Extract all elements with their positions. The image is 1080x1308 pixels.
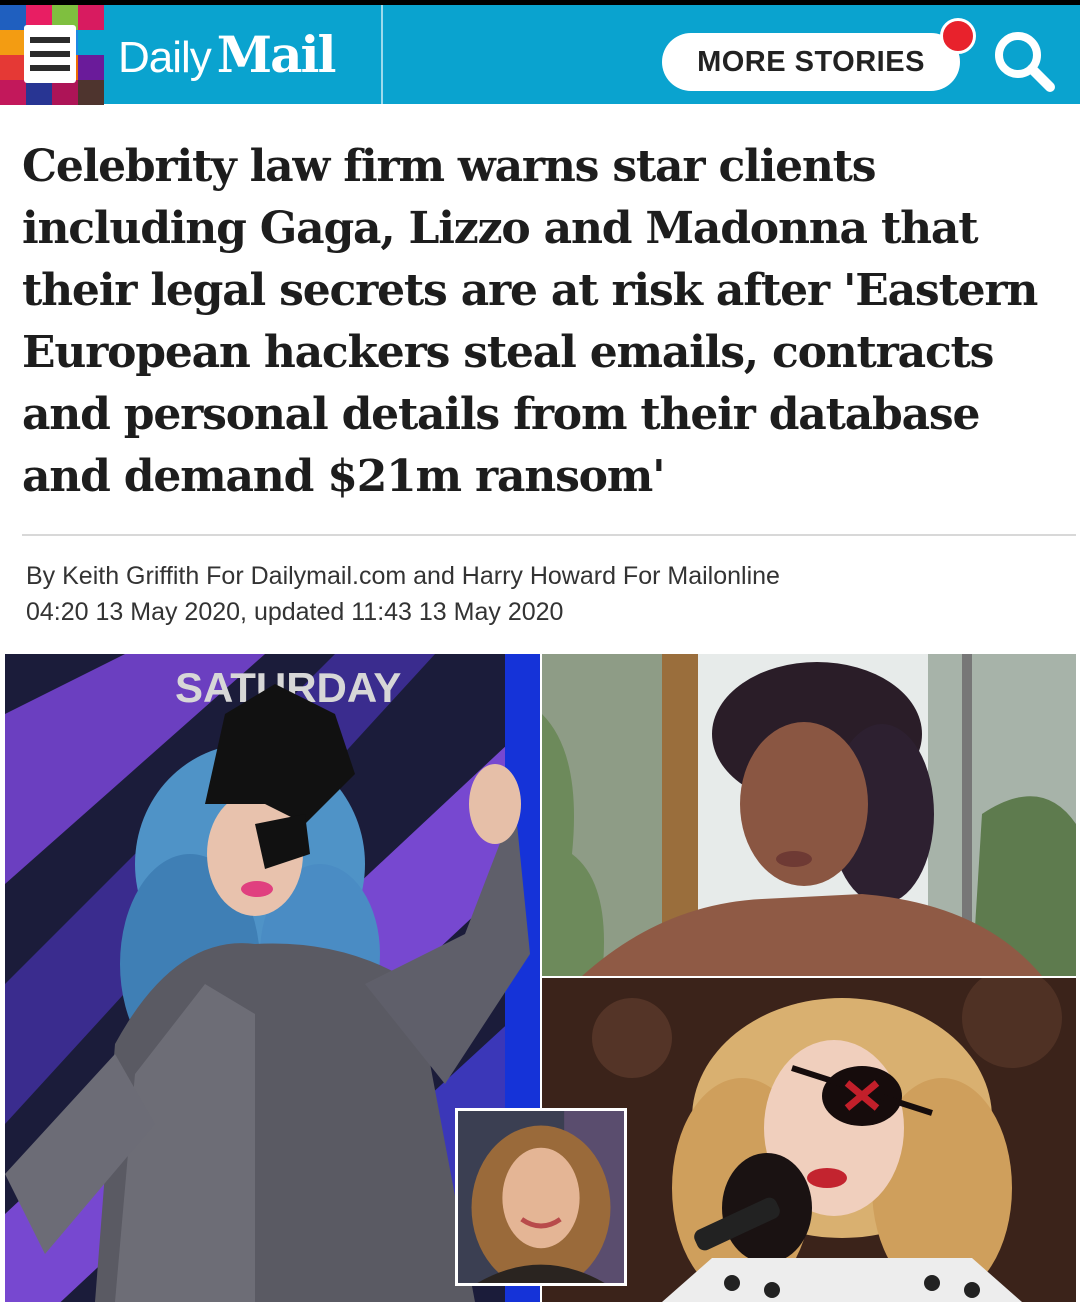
top-navigation-bar: Daily Mail MORE STORIES: [0, 0, 1080, 105]
photo-lizzo[interactable]: [542, 654, 1076, 976]
article-byline[interactable]: By Keith Griffith For Dailymail.com and …: [26, 562, 780, 591]
more-stories-button[interactable]: MORE STORIES: [662, 33, 960, 91]
logo-daily: Daily: [118, 33, 212, 82]
hamburger-icon[interactable]: [24, 25, 76, 83]
article-dateline: 04:20 13 May 2020, updated 11:43 13 May …: [26, 598, 564, 626]
logo-mail: Mail: [216, 25, 337, 84]
header-divider: [381, 5, 383, 104]
article-headline: Celebrity law firm warns star clients in…: [22, 141, 1038, 502]
photo-mariah-carey-inset[interactable]: [455, 1108, 627, 1286]
daily-mail-logo[interactable]: Daily Mail: [118, 25, 337, 85]
search-icon[interactable]: [990, 27, 1056, 93]
headline-divider: [22, 534, 1076, 536]
notification-badge: [940, 18, 976, 54]
